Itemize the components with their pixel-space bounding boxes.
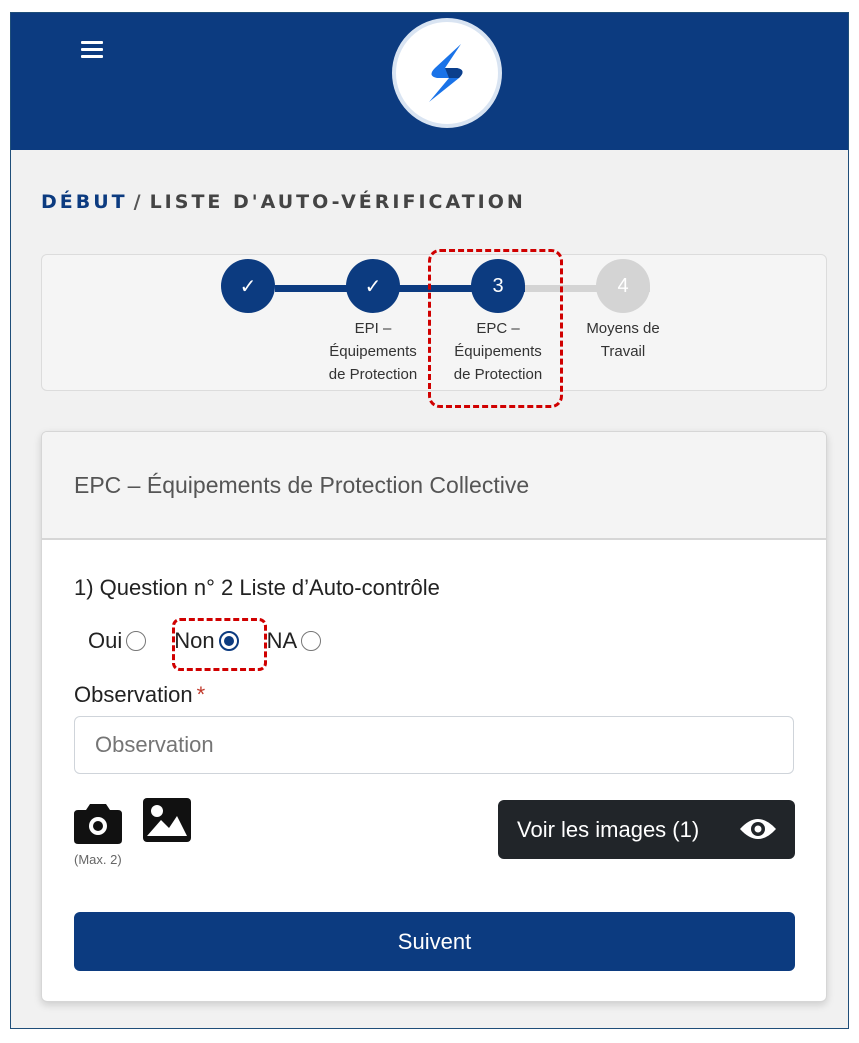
step-2-label-line: Équipements (329, 343, 417, 360)
active-step-highlight (428, 249, 563, 408)
breadcrumb-home-link[interactable]: DÉBUT (41, 191, 128, 213)
view-images-button[interactable]: Voir les images (1) (498, 800, 795, 859)
required-mark: * (196, 682, 206, 707)
radio-label: Oui (88, 628, 123, 653)
radio-button[interactable] (126, 631, 147, 651)
app-frame: DÉBUT / LISTE D'AUTO-VÉRIFICATION ✓ ✓ 3 4 … (10, 12, 849, 1029)
step-4-circle[interactable]: 4 (596, 259, 650, 313)
radio-button[interactable] (301, 631, 322, 651)
check-icon: ✓ (239, 275, 257, 298)
question-text: 1) Question n° 2 Liste d’Auto-contrôle (74, 575, 440, 600)
step-2-label-line: EPI – (354, 320, 392, 337)
view-images-label: Voir les images (1) (517, 816, 700, 842)
next-button[interactable]: Suivent (74, 912, 795, 971)
selected-answer-highlight (172, 618, 267, 671)
top-bar (11, 13, 848, 150)
logo (392, 18, 502, 128)
step-4-label-line: Travail (600, 343, 646, 360)
eye-icon (739, 815, 777, 849)
max-images-note: (Max. 2) (74, 852, 122, 867)
step-4-label-line: Moyens de (586, 320, 660, 337)
step-4-number: 4 (617, 274, 629, 297)
observation-label: Observation * (74, 682, 205, 708)
hamburger-icon[interactable] (81, 41, 103, 59)
step-2-circle[interactable]: ✓ (346, 259, 400, 313)
image-icon[interactable] (143, 798, 191, 847)
breadcrumb-current: LISTE D'AUTO-VÉRIFICATION (149, 191, 526, 213)
observation-input[interactable] (74, 716, 794, 774)
card-title: EPC – Équipements de Protection Collecti… (42, 432, 826, 540)
radio-option-na[interactable]: NA (267, 628, 322, 654)
camera-icon[interactable] (74, 802, 122, 849)
radio-label: NA (266, 628, 298, 653)
s-logo-icon (429, 44, 463, 102)
step-1-circle[interactable]: ✓ (221, 259, 275, 313)
step-2-label: EPI – Équipements de Protection (313, 317, 433, 386)
radio-option-oui[interactable]: Oui (88, 628, 147, 654)
check-icon: ✓ (364, 275, 382, 298)
step-4-label: Moyens de Travail (563, 317, 683, 363)
question-card: EPC – Équipements de Protection Collecti… (41, 431, 827, 1002)
step-2-label-line: de Protection (328, 366, 418, 383)
breadcrumb-separator: / (133, 191, 144, 213)
breadcrumb: DÉBUT / LISTE D'AUTO-VÉRIFICATION (41, 191, 526, 213)
observation-label-text: Observation (74, 682, 193, 707)
